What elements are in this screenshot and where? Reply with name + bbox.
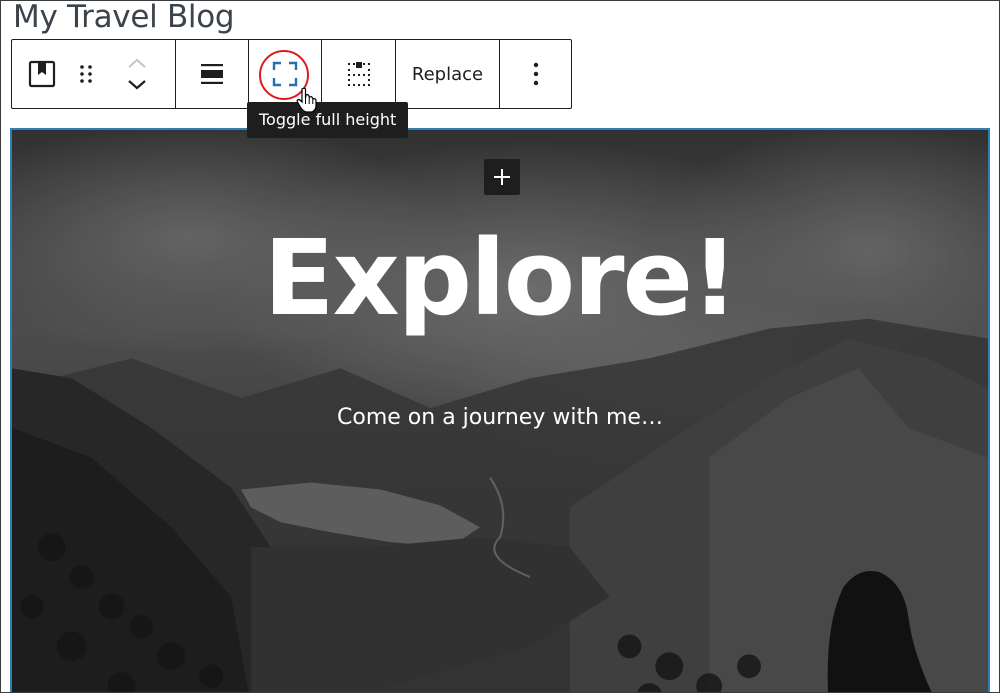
drag-handle-icon — [80, 65, 92, 83]
add-block-button[interactable] — [484, 159, 520, 195]
toolbar-group-options — [500, 40, 571, 108]
drag-handle[interactable] — [72, 40, 100, 108]
toggle-full-height-tooltip: Toggle full height — [247, 102, 409, 138]
move-up-button[interactable] — [127, 52, 147, 74]
chevron-up-icon — [128, 58, 146, 68]
content-position-button[interactable] — [322, 40, 395, 108]
content-position-icon — [347, 62, 370, 86]
align-center-icon — [201, 64, 223, 84]
move-buttons — [100, 40, 174, 108]
chevron-down-icon — [128, 80, 146, 90]
plus-icon — [494, 169, 510, 185]
align-button[interactable] — [176, 40, 248, 108]
replace-button[interactable]: Replace — [396, 40, 499, 108]
post-title[interactable]: My Travel Blog — [13, 1, 235, 35]
toolbar-group-align — [176, 40, 249, 108]
block-type-button[interactable] — [12, 40, 72, 108]
move-down-button[interactable] — [127, 74, 147, 96]
hand-pointer-cursor-icon — [296, 87, 317, 113]
more-options-button[interactable] — [500, 40, 571, 108]
vertical-ellipsis-icon — [533, 62, 538, 86]
cover-heading[interactable]: Explore! — [12, 218, 988, 338]
cover-block-icon — [28, 60, 56, 88]
cover-block[interactable]: Explore! Come on a journey with me… — [10, 128, 990, 692]
replace-label: Replace — [411, 63, 484, 85]
block-toolbar: Replace — [11, 39, 572, 109]
toolbar-group-replace: Replace — [396, 40, 500, 108]
toolbar-group-position — [322, 40, 396, 108]
cover-subheading[interactable]: Come on a journey with me… — [12, 402, 988, 434]
editor-canvas: My Travel Blog Explore! Come on a journe… — [0, 0, 1000, 693]
toolbar-group-block — [12, 40, 176, 108]
